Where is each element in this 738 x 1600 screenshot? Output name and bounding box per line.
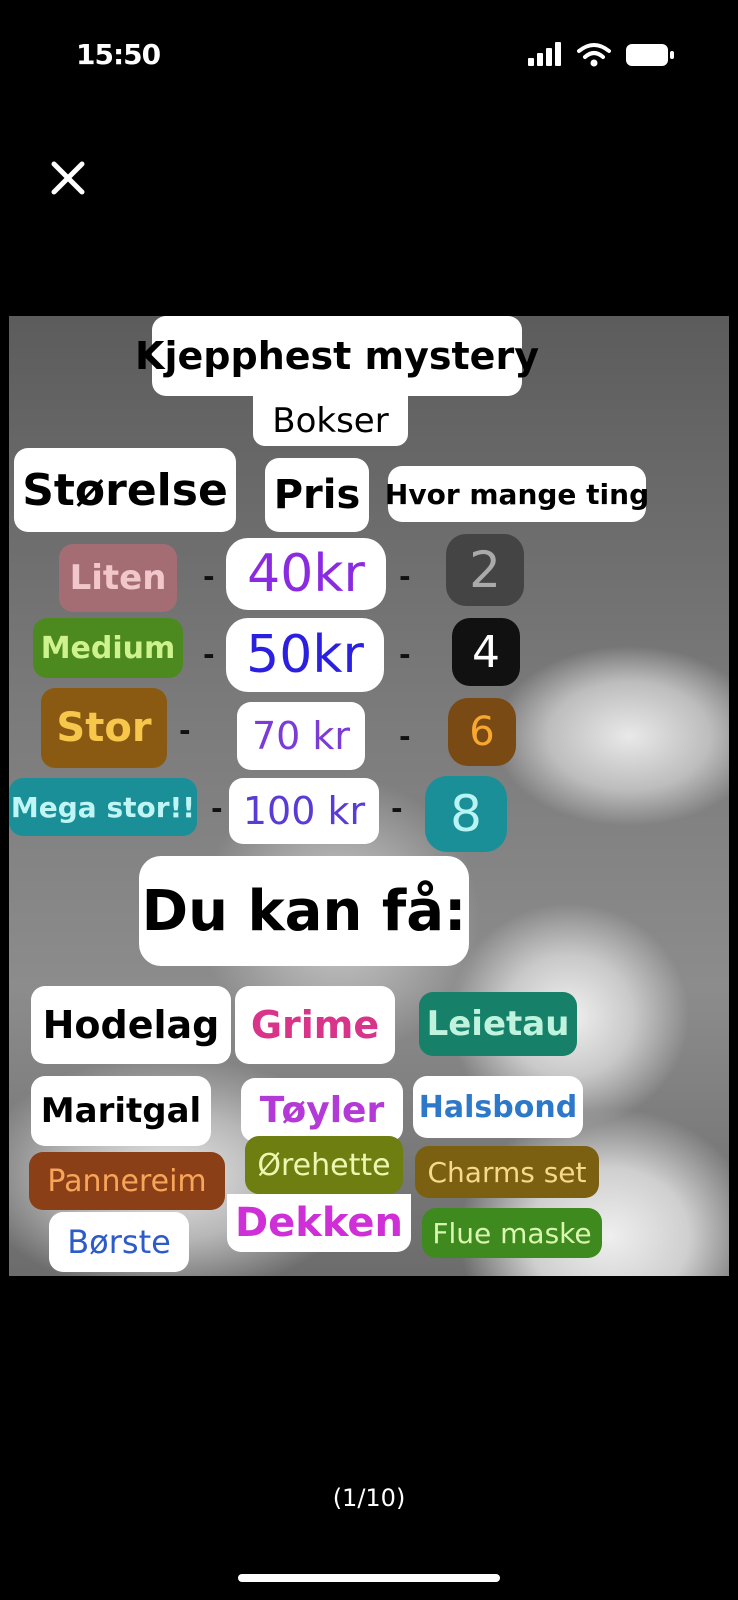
dash: - [203,560,215,593]
item-maritgal: Maritgal [31,1076,211,1146]
close-icon[interactable] [48,158,88,198]
price-liten: 40kr [226,538,386,610]
dash: - [399,560,411,593]
item-flue-maske: Flue maske [422,1208,602,1258]
dash: - [391,792,403,825]
count-stor: 6 [448,698,516,766]
poster-title: Kjepphest mystery [135,316,539,396]
item-toyler: Tøyler [241,1078,403,1142]
price-mega: 100 kr [229,778,379,844]
size-mega: Mega stor!! [9,778,197,836]
item-dekken: Dekken [227,1194,411,1252]
item-halsbond: Halsbond [413,1076,583,1138]
poster-subtitle: Bokser [253,396,408,446]
home-indicator[interactable] [238,1574,500,1582]
item-borste: Børste [49,1212,189,1272]
dash: - [211,792,223,825]
item-leietau: Leietau [419,992,577,1056]
header-size: Størelse [14,448,236,532]
count-liten: 2 [446,534,524,606]
count-medium: 4 [452,618,520,686]
dash: - [179,714,191,747]
size-liten: Liten [59,544,177,612]
wifi-icon [577,43,611,67]
dash: - [399,638,411,671]
status-bar: 15:50 [0,0,738,100]
battery-icon [626,44,674,66]
you-get-heading: Du kan få: [139,856,469,966]
dash: - [203,638,215,671]
image-counter: (1/10) [332,1484,406,1512]
size-medium: Medium [33,618,183,678]
item-hodelag: Hodelag [31,986,231,1064]
price-medium: 50kr [226,618,384,692]
item-grime: Grime [235,986,395,1064]
item-charms: Charms set [415,1146,599,1198]
size-stor: Stor [41,688,167,768]
header-count: Hvor mange ting [385,466,649,522]
signal-icon [528,42,561,66]
poster-image: Kjepphest mystery Bokser Størelse Pris H… [9,316,729,1276]
item-orehette: Ørehette [245,1136,403,1194]
header-price: Pris [265,458,369,532]
item-pannereim: Pannereim [29,1152,225,1210]
status-time: 15:50 [76,38,161,71]
dash: - [399,720,411,753]
price-stor: 70 kr [237,702,365,770]
count-mega: 8 [425,776,507,852]
